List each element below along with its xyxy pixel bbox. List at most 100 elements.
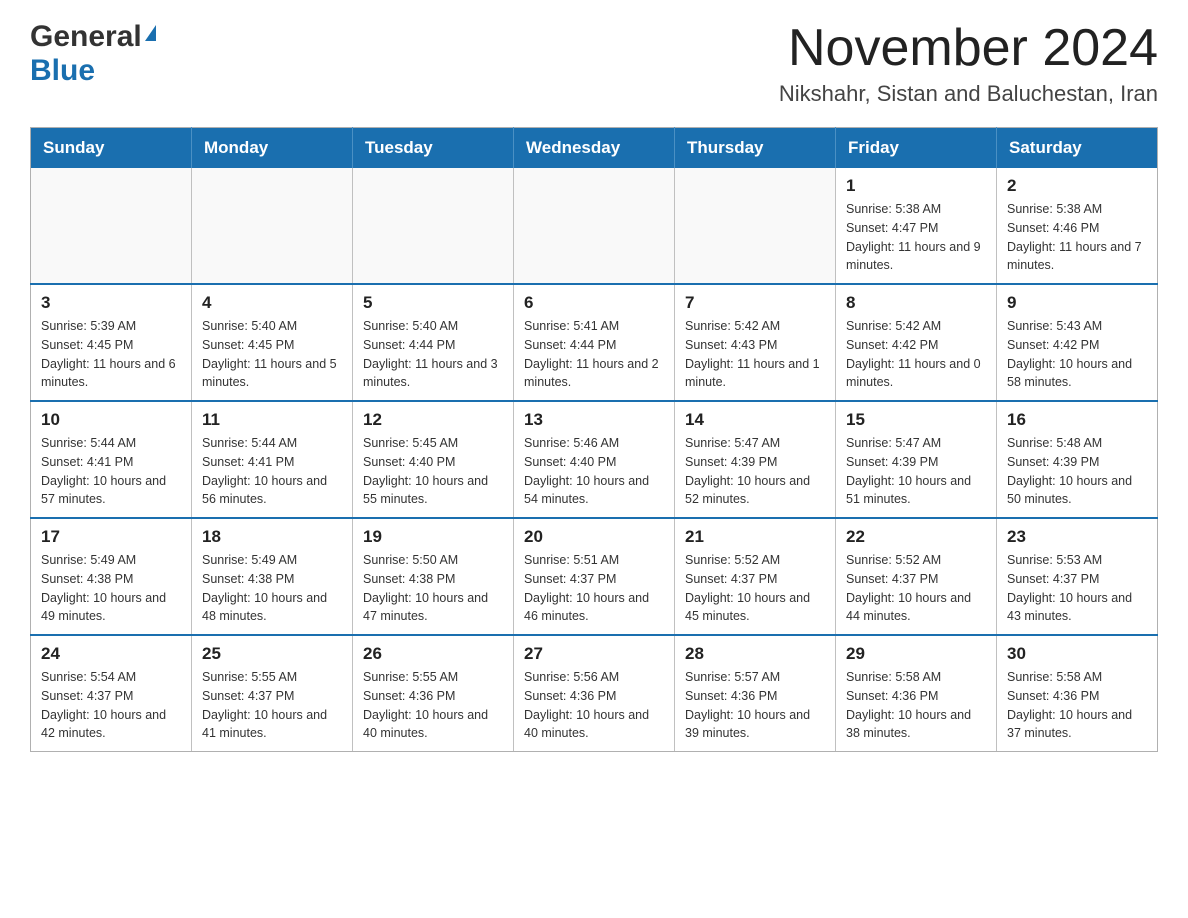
table-row: 24Sunrise: 5:54 AMSunset: 4:37 PMDayligh…	[31, 635, 192, 752]
day-info: Sunrise: 5:58 AMSunset: 4:36 PMDaylight:…	[1007, 668, 1147, 743]
table-row: 22 Sunrise: 5:52 AMSunset: 4:37 PMDayligh…	[836, 518, 997, 635]
header-sunday: Sunday	[31, 128, 192, 169]
calendar-table: Sunday Monday Tuesday Wednesday Thursday…	[30, 127, 1158, 752]
table-row: 27 Sunrise: 5:56 AMSunset: 4:36 PMDayligh…	[514, 635, 675, 752]
day-number: 2	[1007, 176, 1147, 196]
day-info: Sunrise: 5:53 AMSunset: 4:37 PMDaylight:…	[1007, 551, 1147, 626]
table-row: 13 Sunrise: 5:46 AMSunset: 4:40 PMDayligh…	[514, 401, 675, 518]
day-number: 10	[41, 410, 181, 430]
day-info: Sunrise: 5:52 AMSunset: 4:37 PMDaylight:…	[846, 551, 986, 626]
day-info: Sunrise: 5:42 AMSunset: 4:42 PMDaylight:…	[846, 317, 986, 392]
table-row: 14Sunrise: 5:47 AMSunset: 4:39 PMDayligh…	[675, 401, 836, 518]
logo: General Blue	[30, 20, 156, 88]
day-info: Sunrise: 5:38 AMSunset: 4:47 PMDaylight:…	[846, 200, 986, 275]
table-row: 18 Sunrise: 5:49 AMSunset: 4:38 PMDayligh…	[192, 518, 353, 635]
table-row	[192, 168, 353, 284]
day-info: Sunrise: 5:50 AMSunset: 4:38 PMDaylight:…	[363, 551, 503, 626]
calendar-row: 10 Sunrise: 5:44 AMSunset: 4:41 PMDayligh…	[31, 401, 1158, 518]
day-number: 30	[1007, 644, 1147, 664]
weekday-header-row: Sunday Monday Tuesday Wednesday Thursday…	[31, 128, 1158, 169]
day-number: 26	[363, 644, 503, 664]
day-info: Sunrise: 5:46 AMSunset: 4:40 PMDaylight:…	[524, 434, 664, 509]
table-row	[514, 168, 675, 284]
day-number: 8	[846, 293, 986, 313]
day-number: 20	[524, 527, 664, 547]
day-number: 11	[202, 410, 342, 430]
day-info: Sunrise: 5:40 AMSunset: 4:44 PMDaylight:…	[363, 317, 503, 392]
table-row: 16Sunrise: 5:48 AMSunset: 4:39 PMDayligh…	[997, 401, 1158, 518]
day-info: Sunrise: 5:51 AMSunset: 4:37 PMDaylight:…	[524, 551, 664, 626]
day-number: 9	[1007, 293, 1147, 313]
day-number: 6	[524, 293, 664, 313]
day-number: 12	[363, 410, 503, 430]
day-number: 14	[685, 410, 825, 430]
calendar-row: 24Sunrise: 5:54 AMSunset: 4:37 PMDayligh…	[31, 635, 1158, 752]
table-row: 12 Sunrise: 5:45 AMSunset: 4:40 PMDayligh…	[353, 401, 514, 518]
calendar-row: 17Sunrise: 5:49 AMSunset: 4:38 PMDayligh…	[31, 518, 1158, 635]
day-info: Sunrise: 5:52 AMSunset: 4:37 PMDaylight:…	[685, 551, 825, 626]
day-number: 13	[524, 410, 664, 430]
header-monday: Monday	[192, 128, 353, 169]
table-row: 2 Sunrise: 5:38 AMSunset: 4:46 PMDaylight…	[997, 168, 1158, 284]
day-number: 7	[685, 293, 825, 313]
day-info: Sunrise: 5:45 AMSunset: 4:40 PMDaylight:…	[363, 434, 503, 509]
calendar-row: 1 Sunrise: 5:38 AMSunset: 4:47 PMDaylight…	[31, 168, 1158, 284]
day-info: Sunrise: 5:56 AMSunset: 4:36 PMDaylight:…	[524, 668, 664, 743]
day-info: Sunrise: 5:47 AMSunset: 4:39 PMDaylight:…	[846, 434, 986, 509]
day-number: 3	[41, 293, 181, 313]
day-info: Sunrise: 5:42 AMSunset: 4:43 PMDaylight:…	[685, 317, 825, 392]
day-number: 27	[524, 644, 664, 664]
day-number: 19	[363, 527, 503, 547]
day-number: 23	[1007, 527, 1147, 547]
table-row: 3 Sunrise: 5:39 AMSunset: 4:45 PMDaylight…	[31, 284, 192, 401]
table-row: 1 Sunrise: 5:38 AMSunset: 4:47 PMDaylight…	[836, 168, 997, 284]
table-row: 8 Sunrise: 5:42 AMSunset: 4:42 PMDaylight…	[836, 284, 997, 401]
logo-triangle-icon	[145, 25, 156, 41]
day-info: Sunrise: 5:44 AMSunset: 4:41 PMDaylight:…	[41, 434, 181, 509]
day-number: 21	[685, 527, 825, 547]
day-info: Sunrise: 5:55 AMSunset: 4:37 PMDaylight:…	[202, 668, 342, 743]
table-row: 25Sunrise: 5:55 AMSunset: 4:37 PMDayligh…	[192, 635, 353, 752]
day-info: Sunrise: 5:57 AMSunset: 4:36 PMDaylight:…	[685, 668, 825, 743]
logo-general-text: General	[30, 20, 142, 54]
day-info: Sunrise: 5:49 AMSunset: 4:38 PMDaylight:…	[41, 551, 181, 626]
day-info: Sunrise: 5:38 AMSunset: 4:46 PMDaylight:…	[1007, 200, 1147, 275]
day-info: Sunrise: 5:39 AMSunset: 4:45 PMDaylight:…	[41, 317, 181, 392]
table-row: 20 Sunrise: 5:51 AMSunset: 4:37 PMDayligh…	[514, 518, 675, 635]
day-number: 18	[202, 527, 342, 547]
day-info: Sunrise: 5:55 AMSunset: 4:36 PMDaylight:…	[363, 668, 503, 743]
header-thursday: Thursday	[675, 128, 836, 169]
day-number: 5	[363, 293, 503, 313]
table-row: 21 Sunrise: 5:52 AMSunset: 4:37 PMDayligh…	[675, 518, 836, 635]
day-info: Sunrise: 5:49 AMSunset: 4:38 PMDaylight:…	[202, 551, 342, 626]
day-number: 1	[846, 176, 986, 196]
table-row: 19 Sunrise: 5:50 AMSunset: 4:38 PMDayligh…	[353, 518, 514, 635]
table-row: 5 Sunrise: 5:40 AMSunset: 4:44 PMDaylight…	[353, 284, 514, 401]
page-header: General Blue November 2024 Nikshahr, Sis…	[30, 20, 1158, 107]
table-row: 28 Sunrise: 5:57 AMSunset: 4:36 PMDayligh…	[675, 635, 836, 752]
table-row: 15 Sunrise: 5:47 AMSunset: 4:39 PMDayligh…	[836, 401, 997, 518]
day-number: 28	[685, 644, 825, 664]
day-number: 29	[846, 644, 986, 664]
header-friday: Friday	[836, 128, 997, 169]
location-subtitle: Nikshahr, Sistan and Baluchestan, Iran	[779, 81, 1158, 107]
calendar-row: 3 Sunrise: 5:39 AMSunset: 4:45 PMDaylight…	[31, 284, 1158, 401]
table-row: 30 Sunrise: 5:58 AMSunset: 4:36 PMDayligh…	[997, 635, 1158, 752]
table-row: 4 Sunrise: 5:40 AMSunset: 4:45 PMDaylight…	[192, 284, 353, 401]
table-row: 29 Sunrise: 5:58 AMSunset: 4:36 PMDayligh…	[836, 635, 997, 752]
day-number: 15	[846, 410, 986, 430]
day-number: 4	[202, 293, 342, 313]
table-row: 23 Sunrise: 5:53 AMSunset: 4:37 PMDayligh…	[997, 518, 1158, 635]
day-info: Sunrise: 5:43 AMSunset: 4:42 PMDaylight:…	[1007, 317, 1147, 392]
header-tuesday: Tuesday	[353, 128, 514, 169]
table-row: 10 Sunrise: 5:44 AMSunset: 4:41 PMDayligh…	[31, 401, 192, 518]
table-row: 6Sunrise: 5:41 AMSunset: 4:44 PMDaylight…	[514, 284, 675, 401]
title-area: November 2024 Nikshahr, Sistan and Baluc…	[779, 20, 1158, 107]
logo-blue-text: Blue	[30, 54, 95, 88]
day-info: Sunrise: 5:40 AMSunset: 4:45 PMDaylight:…	[202, 317, 342, 392]
day-info: Sunrise: 5:58 AMSunset: 4:36 PMDaylight:…	[846, 668, 986, 743]
table-row	[675, 168, 836, 284]
day-number: 22	[846, 527, 986, 547]
header-wednesday: Wednesday	[514, 128, 675, 169]
day-info: Sunrise: 5:48 AMSunset: 4:39 PMDaylight:…	[1007, 434, 1147, 509]
